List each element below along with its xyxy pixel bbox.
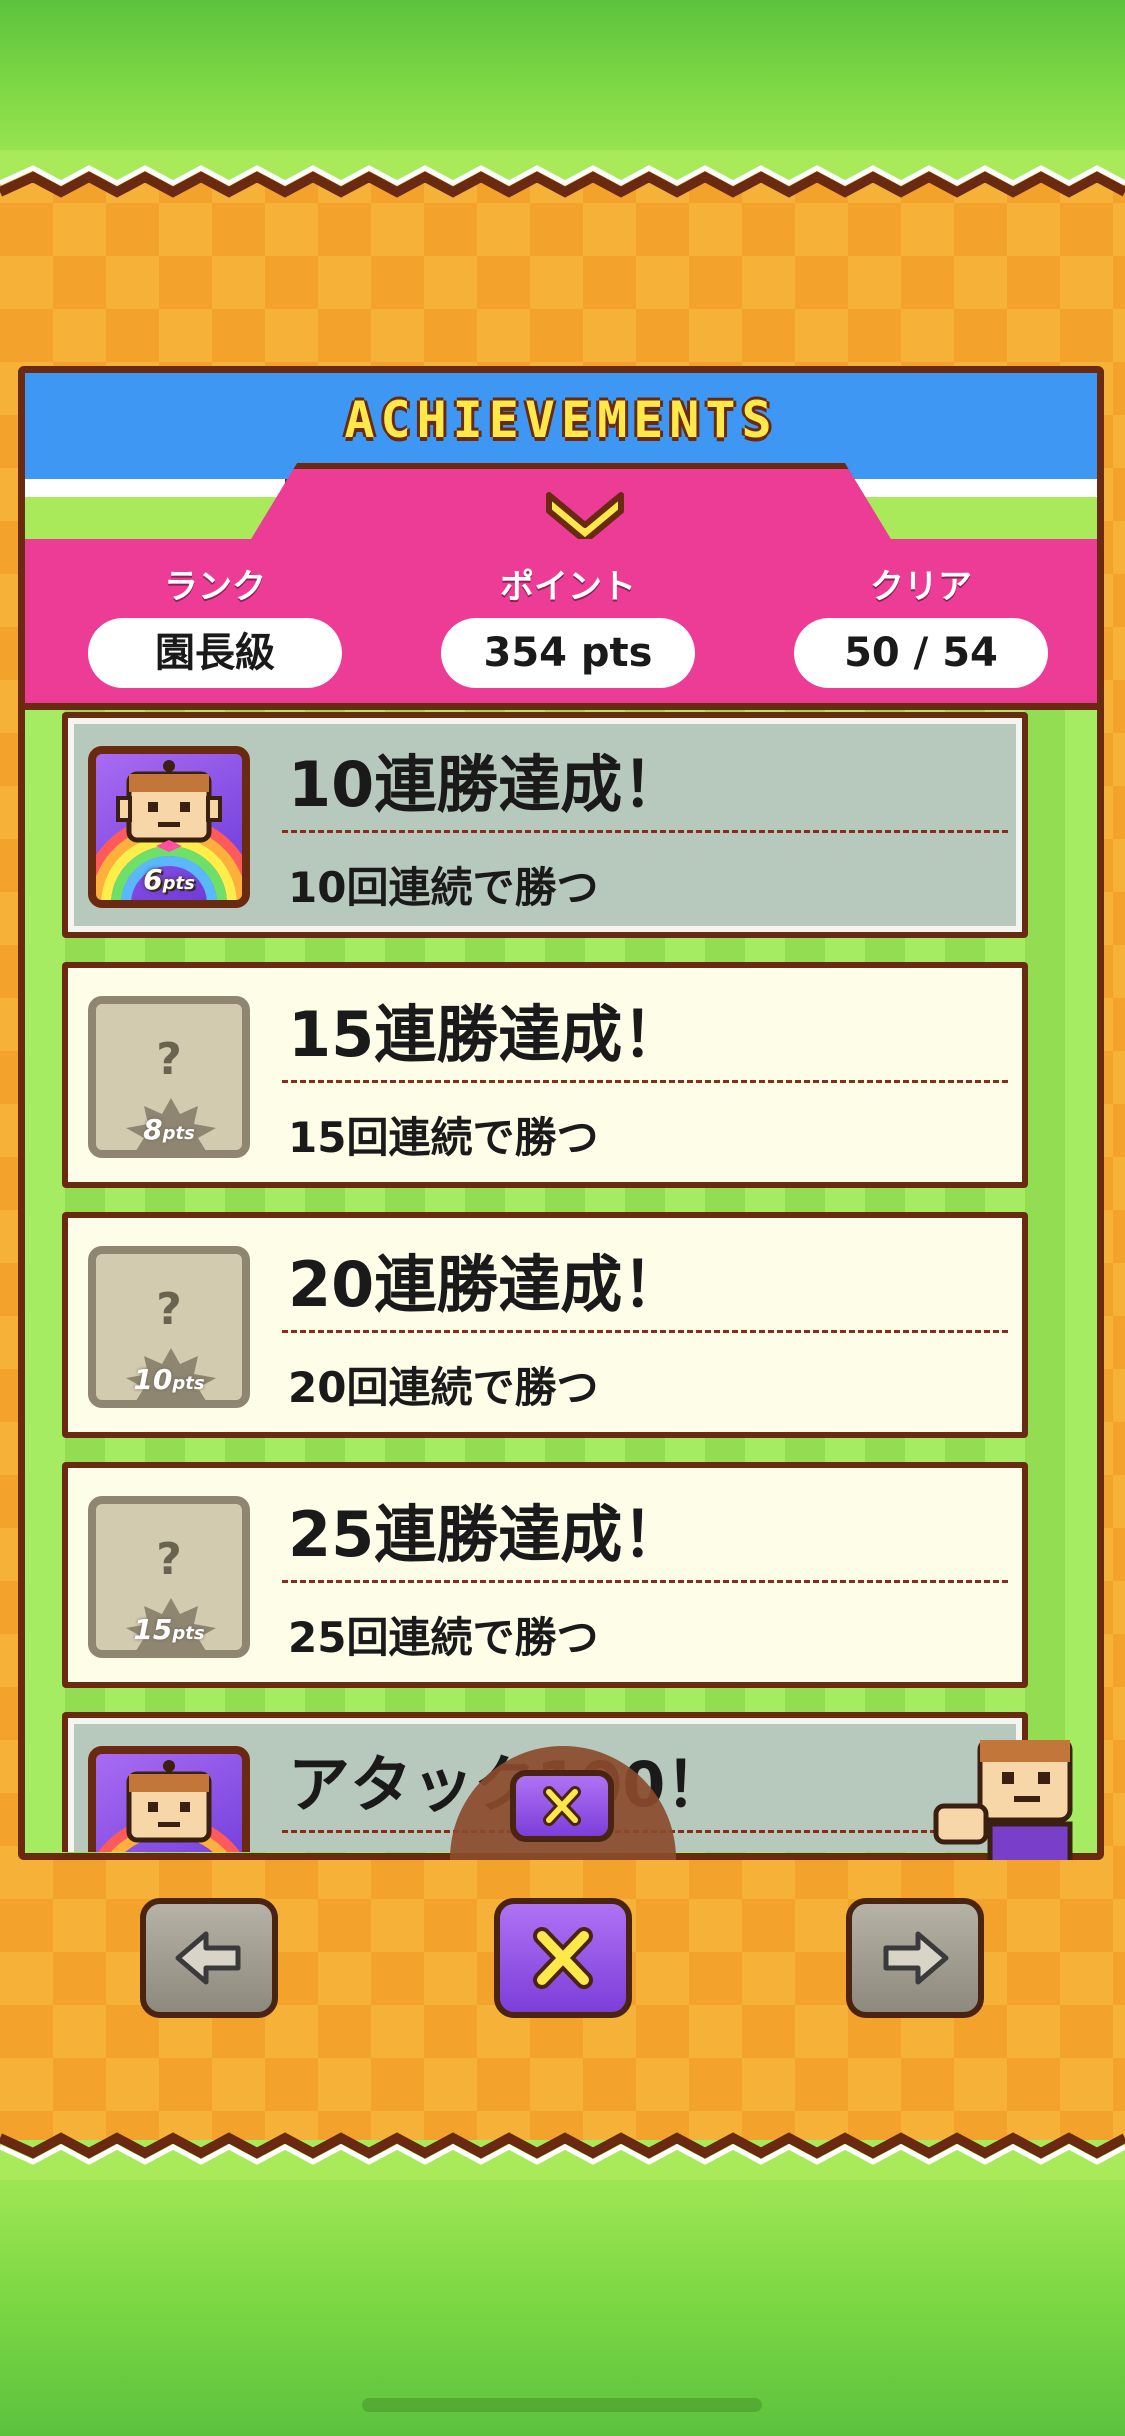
question-mark-icon: ? xyxy=(156,1284,182,1335)
divider xyxy=(282,830,1008,833)
mini-close-button[interactable] xyxy=(510,1770,614,1842)
stat-clear-value: 50 / 54 xyxy=(794,618,1048,688)
stat-points-label: ポイント xyxy=(500,567,636,607)
achievement-description: 10回連続で勝つ xyxy=(288,863,599,912)
previous-page-button[interactable] xyxy=(140,1898,278,2018)
achievement-description: 20回連続で勝つ xyxy=(288,1363,599,1412)
monkey-mascot-icon xyxy=(933,1740,1073,1860)
achievement-title: 20連勝達成！ xyxy=(288,1248,685,1321)
zigzag-border-top xyxy=(0,150,1125,198)
arrow-left-icon xyxy=(175,1931,241,1985)
question-mark-icon: ? xyxy=(156,1034,182,1085)
stat-points: ポイント 354 pts xyxy=(438,559,698,688)
achievement-title: 15連勝達成！ xyxy=(288,998,685,1071)
next-page-button[interactable] xyxy=(846,1898,984,2018)
achievement-title: 25連勝達成！ xyxy=(288,1498,685,1571)
page-title: ACHIEVEMENTS xyxy=(344,391,778,449)
stat-rank: ランク 園長級 xyxy=(85,559,345,688)
stat-rank-value: 園長級 xyxy=(88,618,342,688)
stats-band: ランク 園長級 ポイント 354 pts クリア 50 / 54 xyxy=(25,539,1097,710)
divider xyxy=(282,1080,1008,1083)
achievement-card[interactable]: ? 8pts 15連勝達成！ 15回連続で勝つ xyxy=(62,962,1028,1188)
stat-clear: クリア 50 / 54 xyxy=(791,559,1051,688)
background-bottom-grass xyxy=(0,2140,1125,2436)
achievement-title: 10連勝達成！ xyxy=(288,748,685,821)
zigzag-border-bottom xyxy=(0,2132,1125,2180)
achievement-card[interactable]: 6pts 10連勝達成！ 10回連続で勝つ xyxy=(62,712,1028,938)
divider xyxy=(282,1580,1008,1583)
chevron-down-icon[interactable] xyxy=(545,485,625,545)
arrow-right-icon xyxy=(883,1931,949,1985)
achievement-badge xyxy=(88,1746,250,1852)
divider xyxy=(282,1330,1008,1333)
achievement-card[interactable]: ? 10pts 20連勝達成！ 20回連続で勝つ xyxy=(62,1212,1028,1438)
close-x-icon xyxy=(543,1786,581,1826)
locked-badge: ? 15pts xyxy=(88,1496,250,1658)
achievement-description: 25回連続で勝つ xyxy=(288,1613,599,1662)
locked-badge: ? 8pts xyxy=(88,996,250,1158)
achievement-card[interactable]: ? 15pts 25連勝達成！ 25回連続で勝つ xyxy=(62,1462,1028,1688)
achievement-points: 15pts xyxy=(133,1613,205,1646)
stat-rank-label: ランク xyxy=(164,567,266,607)
home-indicator[interactable] xyxy=(362,2398,762,2412)
achievement-badge: 6pts xyxy=(88,746,250,908)
decorative-stripe-left xyxy=(25,479,285,539)
rainbow-monkey-icon xyxy=(98,1760,240,1852)
stat-points-value: 354 pts xyxy=(441,618,695,688)
achievement-points: 8pts xyxy=(143,1113,195,1146)
close-x-icon xyxy=(533,1927,593,1989)
stat-clear-label: クリア xyxy=(870,567,972,607)
question-mark-icon: ? xyxy=(156,1534,182,1585)
achievement-description: 15回連続で勝つ xyxy=(288,1113,599,1162)
achievement-points: 6pts xyxy=(143,863,195,896)
close-button[interactable] xyxy=(494,1898,632,2018)
achievement-points: 10pts xyxy=(133,1363,205,1396)
locked-badge: ? 10pts xyxy=(88,1246,250,1408)
